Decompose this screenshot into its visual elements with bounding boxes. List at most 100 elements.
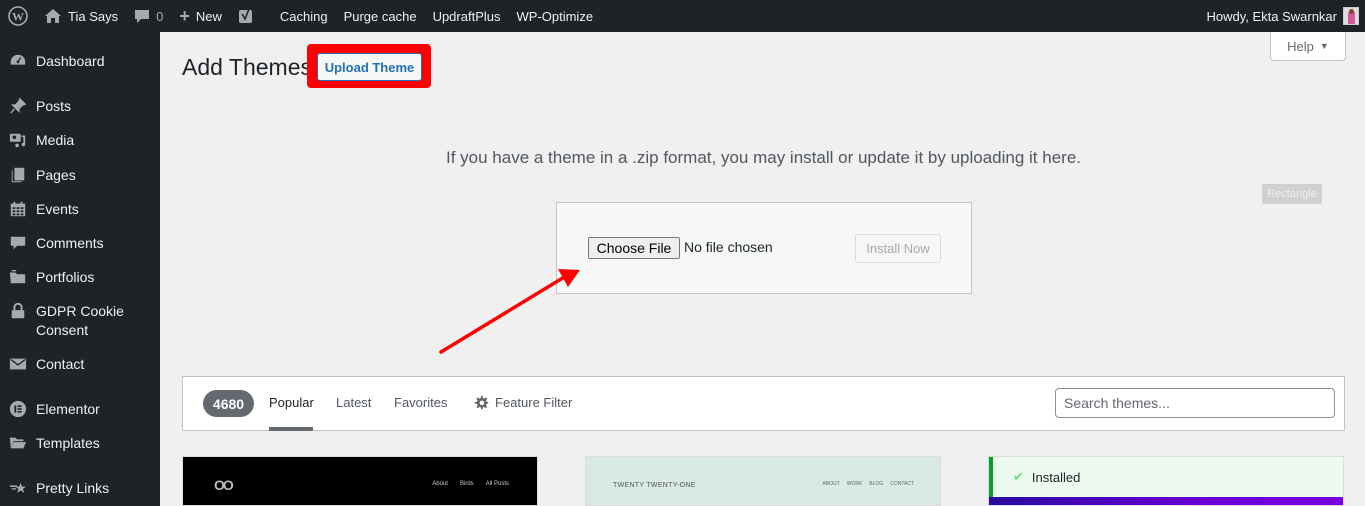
plus-icon: + <box>179 6 190 26</box>
preview-nav-item: BLOG <box>869 481 884 487</box>
elementor-icon <box>0 400 36 418</box>
theme-preview <box>989 497 1343 505</box>
site-name: Tia Says <box>68 8 119 24</box>
upload-description: If you have a theme in a .zip format, yo… <box>445 148 1082 167</box>
new-content-link[interactable]: + New <box>171 0 230 32</box>
new-label: New <box>195 8 222 24</box>
preview-nav-item: About <box>432 481 448 487</box>
sidebar-item-portfolios[interactable]: Portfolios <box>0 268 160 287</box>
theme-preview-logo: OO <box>214 477 234 493</box>
sidebar-item-dashboard[interactable]: Dashboard <box>0 52 160 71</box>
star-link-icon <box>0 479 36 497</box>
pages-icon <box>0 166 36 184</box>
mail-icon <box>0 355 36 373</box>
search-themes-input[interactable] <box>1055 388 1335 418</box>
dashboard-icon <box>0 52 36 70</box>
theme-card[interactable]: ✔ Installed <box>988 456 1344 506</box>
theme-preview-title: TWENTY TWENTY-ONE <box>613 482 696 489</box>
theme-card[interactable]: OO About Birds All Posts <box>182 456 538 506</box>
sidebar-label: Comments <box>36 235 104 251</box>
tab-latest[interactable]: Latest <box>336 395 371 410</box>
sidebar-label: Contact <box>36 356 85 372</box>
tab-popular[interactable]: Popular <box>269 395 314 410</box>
admin-sidebar: Dashboard Posts Media Pages Events Comme… <box>0 32 160 506</box>
theme-filter-bar: 4680 Popular Latest Favorites Feature Fi… <box>182 376 1345 431</box>
upload-theme-button[interactable]: Upload Theme <box>317 53 422 81</box>
caret-down-icon: ▼ <box>1319 41 1329 51</box>
arrow-shaft <box>439 274 568 354</box>
active-tab-indicator <box>269 427 313 431</box>
pin-icon <box>0 97 36 115</box>
folder-icon <box>0 434 36 452</box>
lock-icon <box>0 302 36 320</box>
theme-preview-nav: About Birds All Posts <box>432 481 509 487</box>
comments-count: 0 <box>156 8 164 24</box>
adminbar-link-purge-cache[interactable]: Purge cache <box>336 0 425 32</box>
page-title: Add Themes <box>182 54 312 80</box>
theme-card[interactable]: TWENTY TWENTY-ONE ABOUT WORK BLOG CONTAC… <box>585 456 941 506</box>
sidebar-item-pages[interactable]: Pages <box>0 166 160 185</box>
media-icon <box>0 131 36 149</box>
comments-link[interactable]: 0 <box>126 0 171 32</box>
adminbar-link-caching[interactable]: Caching <box>272 0 336 32</box>
yoast-seo-link[interactable] <box>230 0 272 32</box>
avatar <box>1343 7 1359 25</box>
file-status: No file chosen <box>684 239 773 255</box>
comment-icon <box>135 10 150 23</box>
my-account-link[interactable]: Howdy, Ekta Swarnkar <box>1198 0 1365 32</box>
adminbar-link-wp-optimize[interactable]: WP-Optimize <box>508 0 601 32</box>
theme-count-badge: 4680 <box>203 390 254 417</box>
svg-text:W: W <box>12 10 24 24</box>
sidebar-item-contact[interactable]: Contact <box>0 355 160 374</box>
tab-favorites[interactable]: Favorites <box>394 395 447 410</box>
sidebar-label: Events <box>36 201 79 217</box>
checkmark-icon: ✔ <box>1013 469 1024 484</box>
sidebar-label: Elementor <box>36 401 100 417</box>
wordpress-icon: W <box>8 6 28 26</box>
calendar-icon <box>0 200 36 218</box>
sidebar-item-events[interactable]: Events <box>0 200 160 219</box>
sidebar-item-comments[interactable]: Comments <box>0 234 160 253</box>
sidebar-item-gdpr-cookie-consent[interactable]: GDPR Cookie Consent <box>0 302 160 340</box>
sidebar-item-posts[interactable]: Posts <box>0 97 160 116</box>
sidebar-item-pretty-links[interactable]: Pretty Links <box>0 479 160 498</box>
home-icon <box>45 9 61 23</box>
preview-nav-item: Birds <box>459 481 474 487</box>
help-label: Help <box>1287 38 1314 54</box>
choose-file-button[interactable]: Choose File <box>588 237 680 259</box>
site-name-link[interactable]: Tia Says <box>36 0 126 32</box>
sidebar-label: GDPR Cookie Consent <box>36 303 124 338</box>
sidebar-item-elementor[interactable]: Elementor <box>0 400 160 419</box>
preview-nav-item: CONTACT <box>890 481 914 487</box>
sidebar-label: Pretty Links <box>36 480 110 496</box>
installed-label: Installed <box>1031 469 1081 485</box>
install-now-button[interactable]: Install Now <box>855 234 941 263</box>
help-button[interactable]: Help ▼ <box>1270 32 1346 61</box>
preview-nav-item: ABOUT <box>822 481 840 487</box>
caching-label: Caching <box>279 8 328 24</box>
user-greeting: Howdy, Ekta Swarnkar <box>1206 8 1337 24</box>
feature-filter-button[interactable]: Feature Filter <box>474 395 572 410</box>
adminbar-link-updraftplus[interactable]: UpdraftPlus <box>425 0 509 32</box>
updraftplus-label: UpdraftPlus <box>432 8 501 24</box>
sidebar-label: Pages <box>36 167 76 183</box>
wordpress-logo-button[interactable]: W <box>0 0 36 32</box>
purge-cache-label: Purge cache <box>343 8 417 24</box>
sidebar-label: Media <box>36 132 75 148</box>
sidebar-label: Portfolios <box>36 269 95 285</box>
feature-filter-label: Feature Filter <box>495 395 573 410</box>
comment-icon <box>0 234 36 252</box>
preview-nav-item: All Posts <box>485 481 509 487</box>
sidebar-item-media[interactable]: Media <box>0 131 160 150</box>
sidebar-item-templates[interactable]: Templates <box>0 434 160 453</box>
upload-form: Choose File No file chosen Install Now <box>556 202 972 294</box>
installed-notice: ✔ Installed <box>989 457 1343 497</box>
portfolio-icon <box>0 268 36 286</box>
sidebar-label: Dashboard <box>36 53 105 69</box>
preview-nav-item: WORK <box>846 481 863 487</box>
wp-optimize-label: WP-Optimize <box>516 8 594 24</box>
sidebar-label: Templates <box>36 435 100 451</box>
sidebar-label: Posts <box>36 98 72 114</box>
theme-preview-nav: ABOUT WORK BLOG CONTACT <box>823 481 915 487</box>
annotation-label: Rectangle <box>1262 184 1322 204</box>
